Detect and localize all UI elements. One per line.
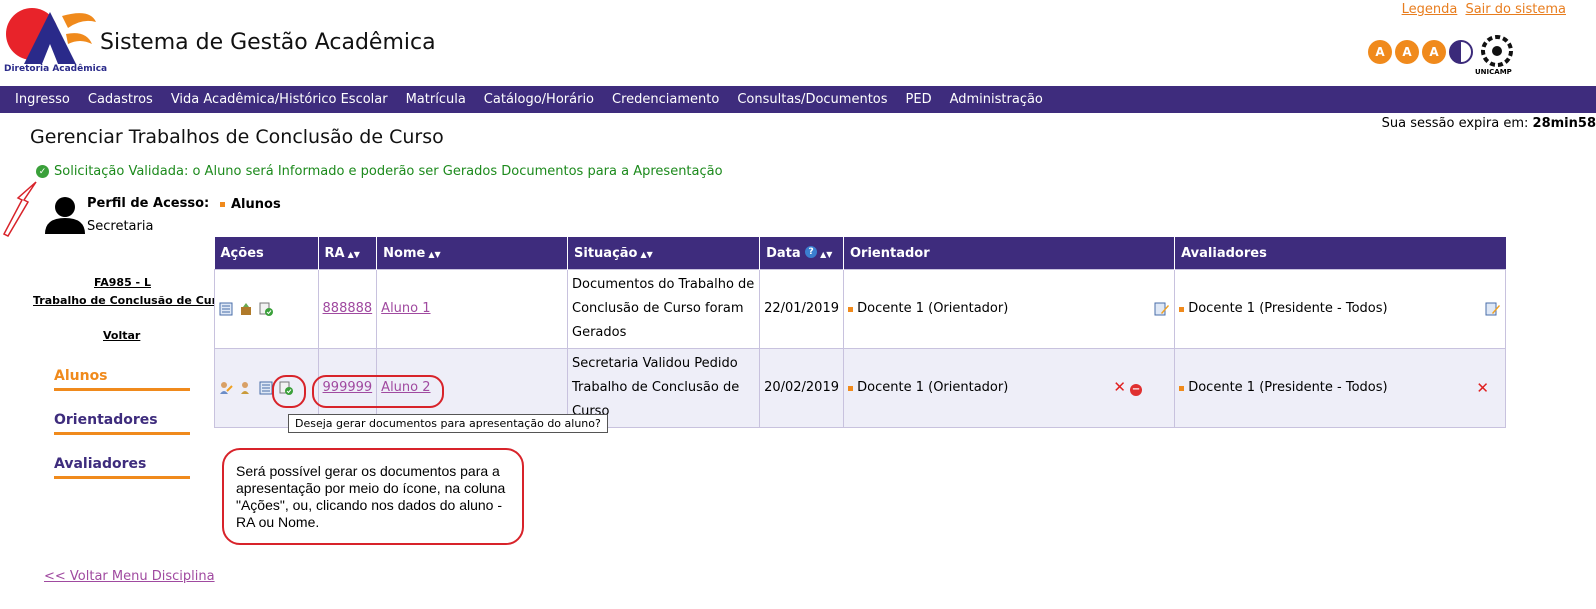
tooltip: Deseja gerar documentos para apresentaçã… bbox=[288, 414, 608, 433]
student-name-link[interactable]: Aluno 1 bbox=[381, 301, 430, 316]
nav-administracao[interactable]: Administração bbox=[941, 92, 1052, 107]
evaluator-name: Docente 1 (Presidente - Todos) bbox=[1188, 301, 1388, 316]
back-to-menu-link[interactable]: << Voltar Menu Disciplina bbox=[44, 569, 215, 584]
user-avatar-icon bbox=[45, 197, 85, 234]
section-label: Alunos bbox=[220, 197, 281, 212]
nav-matricula[interactable]: Matrícula bbox=[397, 92, 475, 107]
sort-icon: ▲▼ bbox=[820, 249, 833, 259]
logo-caption: Diretoria Acadêmica bbox=[4, 64, 108, 74]
user-edit-icon[interactable] bbox=[239, 381, 253, 395]
advisor-name: Docente 1 (Orientador) bbox=[857, 380, 1009, 395]
col-acoes: Ações bbox=[214, 237, 319, 270]
annotation-circle-student bbox=[312, 375, 444, 408]
ra-cell: 888888 bbox=[317, 269, 378, 349]
sort-icon: ▲▼ bbox=[347, 249, 360, 259]
nav-cadastros[interactable]: Cadastros bbox=[79, 92, 162, 107]
evaluators-cell: Docente 1 (Presidente - Todos) ✕ bbox=[1174, 348, 1506, 428]
session-label: Sua sessão expira em: bbox=[1381, 116, 1529, 131]
col-avaliadores: Avaliadores bbox=[1174, 237, 1506, 270]
sort-icon: ▲▼ bbox=[428, 249, 441, 259]
date-cell: 22/01/2019 bbox=[759, 269, 844, 349]
profile-label: Perfil de Acesso: bbox=[87, 196, 210, 211]
advisor-name: Docente 1 (Orientador) bbox=[857, 301, 1009, 316]
package-icon[interactable] bbox=[239, 302, 253, 316]
page-title: Gerenciar Trabalhos de Conclusão de Curs… bbox=[30, 126, 444, 148]
annotation-callout: Será possível gerar os documentos para a… bbox=[222, 448, 524, 545]
advisor-cell: Docente 1 (Orientador) bbox=[842, 269, 1176, 349]
success-text: Solicitação Validada: o Aluno será Infor… bbox=[54, 164, 723, 179]
success-message: ✓ Solicitação Validada: o Aluno será Inf… bbox=[36, 164, 723, 179]
font-increase-button[interactable]: A bbox=[1422, 40, 1446, 64]
table-header-row: Ações RA ▲▼ Nome ▲▼ Situação ▲▼ Data ? ▲▼ Or… bbox=[214, 237, 1506, 270]
font-decrease-button[interactable]: A bbox=[1368, 40, 1392, 64]
legend-link[interactable]: Legenda bbox=[1402, 2, 1458, 17]
view-sheet-icon[interactable] bbox=[219, 302, 233, 316]
bullet-icon bbox=[848, 386, 853, 391]
status-cell: Documentos do Trabalho de Conclusão de C… bbox=[567, 269, 761, 349]
table-row: 888888 Aluno 1 Documentos do Trabalho de… bbox=[214, 269, 1506, 349]
session-time: 28min58 bbox=[1532, 116, 1596, 131]
logout-link[interactable]: Sair do sistema bbox=[1465, 2, 1566, 17]
annotation-arrow-icon bbox=[2, 181, 37, 237]
bullet-icon bbox=[848, 307, 853, 312]
col-nome[interactable]: Nome ▲▼ bbox=[376, 237, 568, 270]
bullet-icon bbox=[1179, 386, 1185, 391]
col-data[interactable]: Data ? ▲▼ bbox=[759, 237, 844, 270]
nav-credenciamento[interactable]: Credenciamento bbox=[603, 92, 728, 107]
back-link[interactable]: Voltar bbox=[103, 329, 140, 342]
app-title: Sistema de Gestão Acadêmica bbox=[100, 30, 436, 55]
sidebar-tab-alunos[interactable]: Alunos bbox=[54, 368, 190, 391]
nav-ingresso[interactable]: Ingresso bbox=[0, 92, 79, 107]
evaluators-cell: Docente 1 (Presidente - Todos) bbox=[1174, 269, 1506, 349]
ra-link[interactable]: 888888 bbox=[323, 301, 373, 316]
col-orientador: Orientador bbox=[842, 237, 1175, 270]
help-icon[interactable]: ? bbox=[805, 245, 818, 258]
section-title: Alunos bbox=[231, 197, 281, 212]
nav-ped[interactable]: PED bbox=[897, 92, 941, 107]
actions-cell bbox=[214, 269, 319, 349]
session-timer: Sua sessão expira em: 28min58 bbox=[1382, 116, 1596, 131]
cancel-icon[interactable]: − bbox=[1130, 384, 1143, 396]
users-icon[interactable] bbox=[219, 381, 233, 395]
document-check-icon[interactable] bbox=[259, 302, 274, 316]
top-links: Legenda Sair do sistema bbox=[1398, 2, 1566, 17]
discipline-code[interactable]: FA985 - L bbox=[94, 276, 151, 289]
font-reset-button[interactable]: A bbox=[1395, 40, 1419, 64]
evaluator-name: Docente 1 (Presidente - Todos) bbox=[1188, 380, 1388, 395]
advisor-cell: Docente 1 (Orientador) ✕ − bbox=[842, 348, 1176, 428]
edit-icon[interactable] bbox=[1485, 302, 1501, 316]
sidebar-tab-orientadores[interactable]: Orientadores bbox=[54, 412, 190, 435]
name-cell: Aluno 1 bbox=[376, 269, 569, 349]
discipline-name[interactable]: Trabalho de Conclusão de Curso bbox=[33, 294, 231, 307]
edit-icon[interactable] bbox=[1154, 302, 1170, 316]
bullet-icon bbox=[1179, 307, 1185, 312]
profile-value: Secretaria bbox=[87, 219, 154, 234]
sidebar-tab-avaliadores[interactable]: Avaliadores bbox=[54, 456, 190, 479]
col-situacao[interactable]: Situação ▲▼ bbox=[567, 237, 760, 270]
nav-vida-academica[interactable]: Vida Acadêmica/Histórico Escolar bbox=[162, 92, 397, 107]
col-ra[interactable]: RA ▲▼ bbox=[317, 237, 377, 270]
contrast-icon[interactable] bbox=[1449, 40, 1473, 64]
bullet-icon bbox=[220, 202, 225, 207]
unicamp-label: UNICAMP bbox=[1475, 68, 1512, 76]
annotation-circle-icon bbox=[272, 375, 306, 408]
sort-icon: ▲▼ bbox=[640, 249, 653, 259]
remove-icon[interactable]: ✕ bbox=[1113, 378, 1126, 396]
remove-icon[interactable]: ✕ bbox=[1476, 376, 1501, 400]
nav-consultas-documentos[interactable]: Consultas/Documentos bbox=[728, 92, 896, 107]
check-circle-icon: ✓ bbox=[36, 165, 49, 178]
font-size-tools: A A A bbox=[1368, 40, 1473, 64]
nav-catalogo-horario[interactable]: Catálogo/Horário bbox=[475, 92, 603, 107]
date-cell: 20/02/2019 bbox=[759, 348, 844, 428]
main-nav: Ingresso Cadastros Vida Acadêmica/Histór… bbox=[0, 86, 1596, 113]
